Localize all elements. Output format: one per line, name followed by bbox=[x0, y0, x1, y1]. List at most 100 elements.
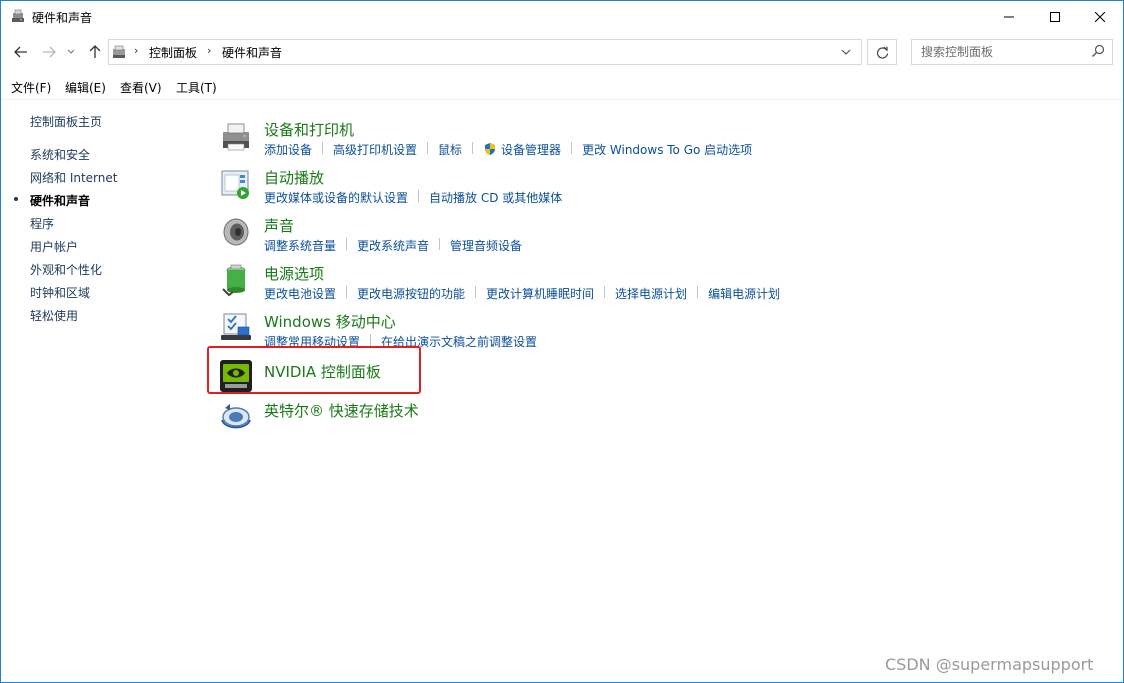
navigation-bar: › 控制面板 › 硬件和声音 bbox=[1, 32, 1123, 72]
link-separator bbox=[346, 238, 348, 250]
chevron-down-icon bbox=[67, 49, 75, 54]
search-input[interactable] bbox=[912, 40, 1091, 64]
link-mouse[interactable]: 鼠标 bbox=[438, 141, 462, 158]
menu-view[interactable]: 查看(V) bbox=[120, 79, 162, 96]
speaker-icon bbox=[223, 218, 249, 246]
autoplay-icon bbox=[221, 170, 249, 199]
control-panel-window: 硬件和声音 › 控制面板 › 硬件和声音 搜索控制面板 文件(F) 编辑(E) … bbox=[0, 0, 1124, 683]
category-links: 更改媒体或设备的默认设置 自动播放 CD 或其他媒体 bbox=[264, 189, 562, 205]
link-edit-power-plan[interactable]: 编辑电源计划 bbox=[708, 285, 780, 302]
link-separator bbox=[571, 142, 573, 154]
link-separator bbox=[418, 190, 420, 202]
highlight-annotation-box bbox=[207, 346, 421, 394]
category-title-intel-rst[interactable]: 英特尔® 快速存储技术 bbox=[264, 400, 419, 421]
maximize-icon bbox=[1050, 11, 1060, 22]
intel-rst-icon bbox=[221, 404, 251, 429]
sidebar: 控制面板主页 系统和安全 网络和 Internet 硬件和声音 程序 用户帐户 … bbox=[1, 99, 201, 399]
uac-shield-icon bbox=[485, 143, 496, 155]
link-separator bbox=[439, 238, 441, 250]
watermark-text: CSDN @supermapsupport bbox=[885, 655, 1094, 674]
link-separator bbox=[697, 286, 699, 298]
chevron-down-icon bbox=[841, 49, 851, 55]
back-button[interactable] bbox=[12, 43, 30, 61]
forward-arrow-icon bbox=[43, 46, 56, 58]
sidebar-item-programs[interactable]: 程序 bbox=[30, 215, 54, 232]
close-icon bbox=[1095, 11, 1105, 22]
address-dropdown-button[interactable] bbox=[840, 44, 856, 60]
category-title-sound[interactable]: 声音 bbox=[264, 215, 294, 236]
link-autoplay-cd[interactable]: 自动播放 CD 或其他媒体 bbox=[429, 189, 562, 206]
link-change-system-sounds[interactable]: 更改系统声音 bbox=[357, 237, 429, 254]
link-device-manager[interactable]: 设备管理器 bbox=[483, 141, 561, 158]
back-arrow-icon bbox=[14, 46, 27, 58]
breadcrumb-control-panel[interactable]: 控制面板 bbox=[149, 44, 197, 61]
link-advanced-printer-setup[interactable]: 高级打印机设置 bbox=[333, 141, 417, 158]
sidebar-home-link[interactable]: 控制面板主页 bbox=[30, 113, 102, 130]
sidebar-item-system-security[interactable]: 系统和安全 bbox=[30, 146, 90, 163]
menu-edit[interactable]: 编辑(E) bbox=[65, 79, 106, 96]
sidebar-item-hardware-sound: 硬件和声音 bbox=[30, 194, 91, 208]
printer-icon bbox=[223, 123, 249, 151]
category-title-power-options[interactable]: 电源选项 bbox=[264, 263, 324, 284]
category-links: 添加设备 高级打印机设置 鼠标 设备管理器 更改 Windows To Go 启动选项 bbox=[264, 141, 752, 157]
title-bar: 硬件和声音 bbox=[1, 1, 1123, 32]
forward-button[interactable] bbox=[40, 43, 58, 61]
category-sound: 声音 调整系统音量 更改系统声音 管理音频设备 bbox=[219, 215, 1099, 261]
minimize-button[interactable] bbox=[986, 1, 1032, 32]
category-title-mobility-center[interactable]: Windows 移动中心 bbox=[264, 311, 396, 332]
sidebar-item-network-internet[interactable]: 网络和 Internet bbox=[30, 169, 117, 186]
recent-locations-button[interactable] bbox=[65, 43, 77, 61]
link-manage-audio-devices[interactable]: 管理音频设备 bbox=[450, 237, 522, 254]
sidebar-item-user-accounts[interactable]: 用户帐户 bbox=[30, 238, 78, 255]
minimize-icon bbox=[1004, 16, 1014, 17]
link-separator bbox=[427, 142, 429, 154]
sidebar-item-appearance[interactable]: 外观和个性化 bbox=[30, 261, 102, 278]
link-change-media-defaults[interactable]: 更改媒体或设备的默认设置 bbox=[264, 189, 408, 206]
link-choose-power-plan[interactable]: 选择电源计划 bbox=[615, 285, 687, 302]
menu-file[interactable]: 文件(F) bbox=[11, 79, 51, 96]
breadcrumb-hardware-sound[interactable]: 硬件和声音 bbox=[222, 44, 282, 61]
link-separator bbox=[322, 142, 324, 154]
category-intel-rst: 英特尔® 快速存储技术 bbox=[219, 400, 1099, 434]
sidebar-item-ease-of-access[interactable]: 轻松使用 bbox=[30, 307, 78, 324]
control-panel-icon bbox=[113, 45, 125, 58]
link-sleep-time[interactable]: 更改计算机睡眠时间 bbox=[486, 285, 594, 302]
battery-icon bbox=[222, 264, 246, 297]
link-change-battery-settings[interactable]: 更改电池设置 bbox=[264, 285, 336, 302]
mobility-center-icon bbox=[221, 313, 251, 340]
menu-bar: 文件(F) 编辑(E) 查看(V) 工具(T) bbox=[1, 73, 1123, 100]
category-devices-printers: 设备和打印机 添加设备 高级打印机设置 鼠标 设备管理器 更改 Windows To G… bbox=[219, 119, 1099, 165]
link-separator bbox=[370, 334, 372, 346]
address-bar[interactable]: › 控制面板 › 硬件和声音 bbox=[108, 39, 862, 65]
chevron-right-icon[interactable]: › bbox=[207, 44, 211, 57]
category-title-devices-printers[interactable]: 设备和打印机 bbox=[264, 119, 354, 140]
category-title-autoplay[interactable]: 自动播放 bbox=[264, 167, 324, 188]
link-adjust-volume[interactable]: 调整系统音量 bbox=[264, 237, 336, 254]
link-separator bbox=[604, 286, 606, 298]
menu-tools[interactable]: 工具(T) bbox=[176, 79, 217, 96]
link-separator bbox=[472, 142, 474, 154]
search-icon[interactable] bbox=[1091, 44, 1105, 58]
sidebar-item-clock-region[interactable]: 时钟和区域 bbox=[30, 284, 90, 301]
link-separator bbox=[346, 286, 348, 298]
category-power-options: 电源选项 更改电池设置 更改电源按钮的功能 更改计算机睡眠时间 选择电源计划 编辑电源计… bbox=[219, 263, 1099, 309]
link-add-device[interactable]: 添加设备 bbox=[264, 141, 312, 158]
link-windows-to-go[interactable]: 更改 Windows To Go 启动选项 bbox=[582, 141, 752, 158]
category-links: 调整系统音量 更改系统声音 管理音频设备 bbox=[264, 237, 522, 253]
link-power-button-function[interactable]: 更改电源按钮的功能 bbox=[357, 285, 465, 302]
current-page-bullet bbox=[14, 197, 18, 201]
up-arrow-icon bbox=[89, 45, 101, 58]
hardware-sound-icon bbox=[12, 9, 24, 22]
search-box[interactable] bbox=[911, 39, 1113, 65]
category-autoplay: 自动播放 更改媒体或设备的默认设置 自动播放 CD 或其他媒体 bbox=[219, 167, 1099, 213]
window-title: 硬件和声音 bbox=[32, 11, 93, 25]
chevron-right-icon[interactable]: › bbox=[134, 44, 138, 57]
maximize-button[interactable] bbox=[1032, 1, 1078, 32]
refresh-icon bbox=[876, 46, 888, 59]
category-links: 更改电池设置 更改电源按钮的功能 更改计算机睡眠时间 选择电源计划 编辑电源计划 bbox=[264, 285, 780, 301]
up-button[interactable] bbox=[86, 43, 104, 61]
link-separator bbox=[475, 286, 477, 298]
refresh-button[interactable] bbox=[867, 39, 897, 65]
close-button[interactable] bbox=[1077, 1, 1123, 32]
link-device-manager-label: 设备管理器 bbox=[501, 143, 562, 157]
